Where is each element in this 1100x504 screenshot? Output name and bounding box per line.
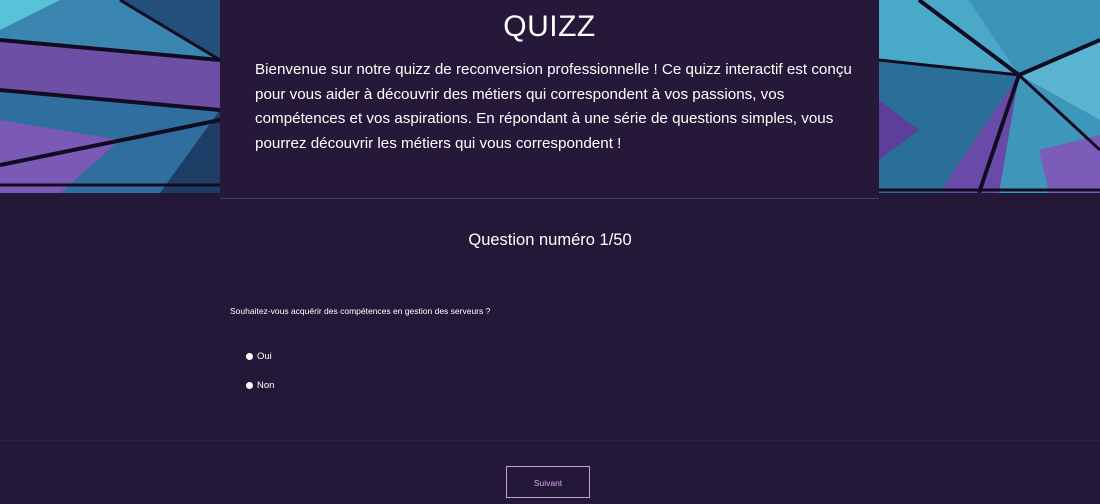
radio-button-icon[interactable] (246, 353, 253, 360)
decorative-image-left (0, 0, 220, 193)
question-counter: Question numéro 1/50 (468, 231, 632, 249)
radio-button-icon[interactable] (246, 382, 253, 389)
answer-options: Oui Non (246, 349, 274, 407)
intro-panel: QUIZZ Bienvenue sur notre quizz de recon… (220, 0, 879, 198)
answer-option-non[interactable]: Non (246, 378, 274, 393)
next-button[interactable]: Suivant (506, 466, 590, 498)
decorative-image-right (879, 0, 1100, 193)
panel-divider (220, 198, 879, 199)
answer-label: Non (257, 380, 275, 391)
answer-option-oui[interactable]: Oui (246, 349, 274, 364)
intro-text: Bienvenue sur notre quizz de reconversio… (255, 61, 852, 152)
page-title: QUIZZ (503, 10, 596, 43)
question-text: Souhaitez-vous acquérir des compétences … (230, 306, 491, 316)
bottom-divider (0, 440, 1100, 441)
answer-label: Oui (257, 351, 272, 362)
quiz-page: QUIZZ Bienvenue sur notre quizz de recon… (0, 0, 1100, 504)
